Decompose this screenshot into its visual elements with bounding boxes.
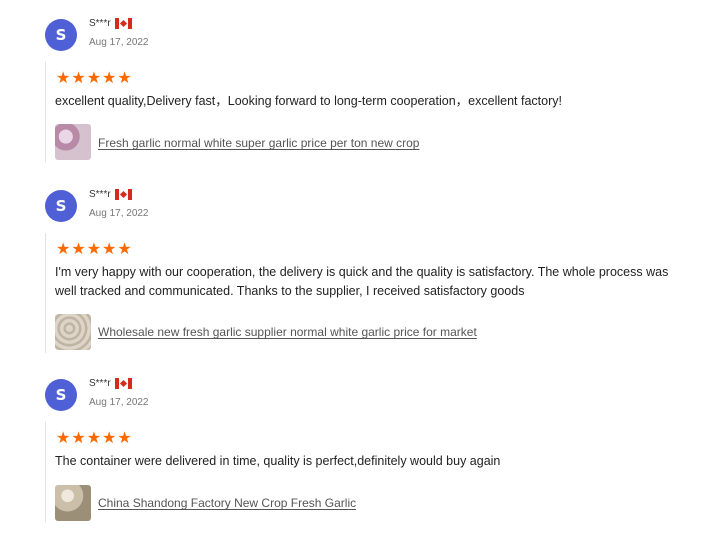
star-icon: ★ [117, 68, 132, 87]
review-body: ★★★★★ The container were delivered in ti… [45, 422, 686, 522]
star-rating: ★★★★★ [56, 68, 133, 87]
reviewer-name: S***r [89, 378, 132, 389]
product-link[interactable]: Wholesale new fresh garlic supplier norm… [98, 325, 477, 339]
review-date: Aug 17, 2022 [89, 397, 149, 408]
star-icon: ★ [56, 428, 71, 447]
review-body: ★★★★★ I'm very happy with our cooperatio… [45, 233, 686, 353]
reviewer-name: S***r [89, 18, 132, 29]
product-thumbnail[interactable] [55, 485, 91, 521]
review-text: I'm very happy with our cooperation, the… [55, 265, 669, 298]
star-icon: ★ [102, 428, 117, 447]
star-icon: ★ [56, 68, 71, 87]
star-icon: ★ [86, 428, 102, 447]
review-date: Aug 17, 2022 [89, 208, 149, 219]
review-text: excellent quality,Delivery fast，Looking … [55, 94, 562, 108]
star-rating: ★★★★★ [56, 239, 133, 258]
star-icon: ★ [71, 428, 86, 447]
review-date: Aug 17, 2022 [89, 37, 149, 48]
star-rating: ★★★★★ [56, 428, 133, 447]
product-link[interactable]: China Shandong Factory New Crop Fresh Ga… [98, 496, 356, 510]
product-link[interactable]: Fresh garlic normal white super garlic p… [98, 136, 419, 150]
avatar: S [45, 19, 77, 51]
canada-flag-icon [114, 189, 132, 200]
star-icon: ★ [86, 239, 102, 258]
star-icon: ★ [102, 68, 117, 87]
avatar: S [45, 379, 77, 411]
star-icon: ★ [71, 239, 86, 258]
star-icon: ★ [117, 428, 132, 447]
star-icon: ★ [86, 68, 102, 87]
avatar: S [45, 190, 77, 222]
review-text: The container were delivered in time, qu… [55, 454, 501, 468]
star-icon: ★ [117, 239, 132, 258]
reviewer-name: S***r [89, 189, 132, 200]
canada-flag-icon [114, 18, 132, 29]
star-icon: ★ [102, 239, 117, 258]
product-thumbnail[interactable] [55, 314, 91, 350]
star-icon: ★ [71, 68, 86, 87]
product-thumbnail[interactable] [55, 124, 91, 160]
star-icon: ★ [56, 239, 71, 258]
canada-flag-icon [114, 378, 132, 389]
review-body: ★★★★★ excellent quality,Delivery fast，Lo… [45, 62, 686, 162]
